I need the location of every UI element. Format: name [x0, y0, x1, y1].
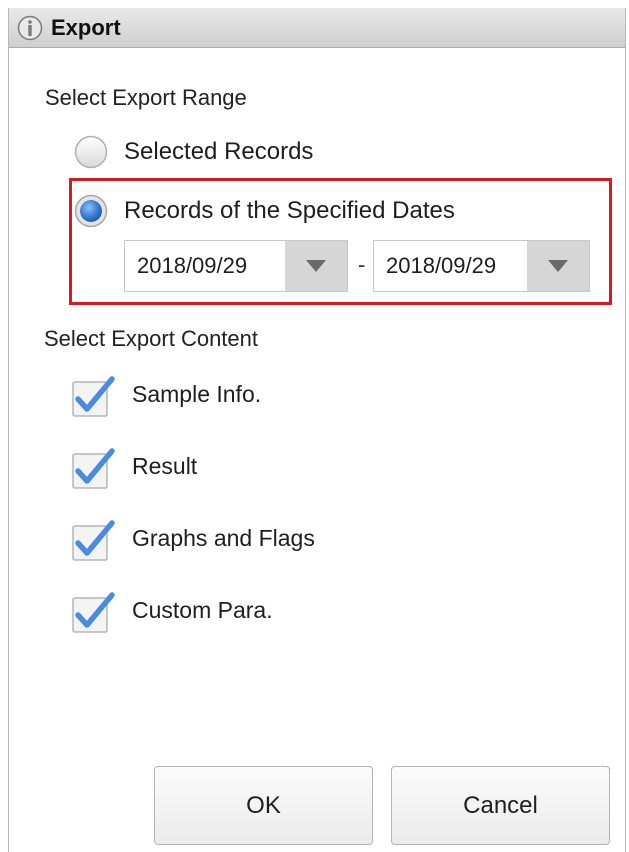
radio-specified-dates[interactable]: Records of the Specified Dates	[74, 194, 524, 230]
info-icon	[17, 15, 43, 41]
checkbox-checked-icon	[72, 376, 115, 417]
checkbox-label: Sample Info.	[132, 381, 262, 407]
checkbox-label: Result	[132, 453, 198, 479]
checkbox-checked-icon	[72, 520, 115, 561]
end-date-value: 2018/09/29	[386, 253, 497, 278]
checkbox-label: Graphs and Flags	[132, 525, 315, 551]
radio-unselected-icon	[74, 135, 108, 169]
export-dialog: Export Select Export Range Selected Reco…	[8, 8, 626, 852]
ok-button[interactable]: OK	[154, 766, 373, 845]
checkbox-checked-icon	[72, 448, 115, 489]
title-bar: Export	[9, 8, 625, 48]
chevron-down-icon	[548, 260, 568, 272]
checkbox-result[interactable]: Result	[72, 445, 292, 489]
end-date-select[interactable]: 2018/09/29	[373, 240, 590, 292]
checkbox-sample-info[interactable]: Sample Info.	[72, 373, 332, 417]
radio-label: Selected Records	[124, 138, 314, 165]
cancel-button[interactable]: Cancel	[391, 766, 610, 845]
radio-selected-records[interactable]: Selected Records	[74, 135, 374, 171]
checkbox-label: Custom Para.	[132, 597, 273, 623]
start-date-select[interactable]: 2018/09/29	[124, 240, 348, 292]
end-date-dropdown-button[interactable]	[527, 241, 589, 291]
start-date-dropdown-button[interactable]	[285, 241, 347, 291]
radio-label: Records of the Specified Dates	[124, 197, 455, 224]
checkbox-checked-icon	[72, 592, 115, 633]
chevron-down-icon	[306, 260, 326, 272]
radio-selected-icon	[74, 194, 108, 228]
start-date-value: 2018/09/29	[137, 253, 248, 278]
export-range-label: Select Export Range	[45, 85, 247, 110]
export-content-label: Select Export Content	[44, 326, 259, 351]
date-range-separator: -	[358, 252, 366, 277]
dialog-title: Export	[51, 15, 121, 40]
checkbox-graphs-flags[interactable]: Graphs and Flags	[72, 517, 372, 561]
checkbox-custom-para[interactable]: Custom Para.	[72, 589, 332, 633]
